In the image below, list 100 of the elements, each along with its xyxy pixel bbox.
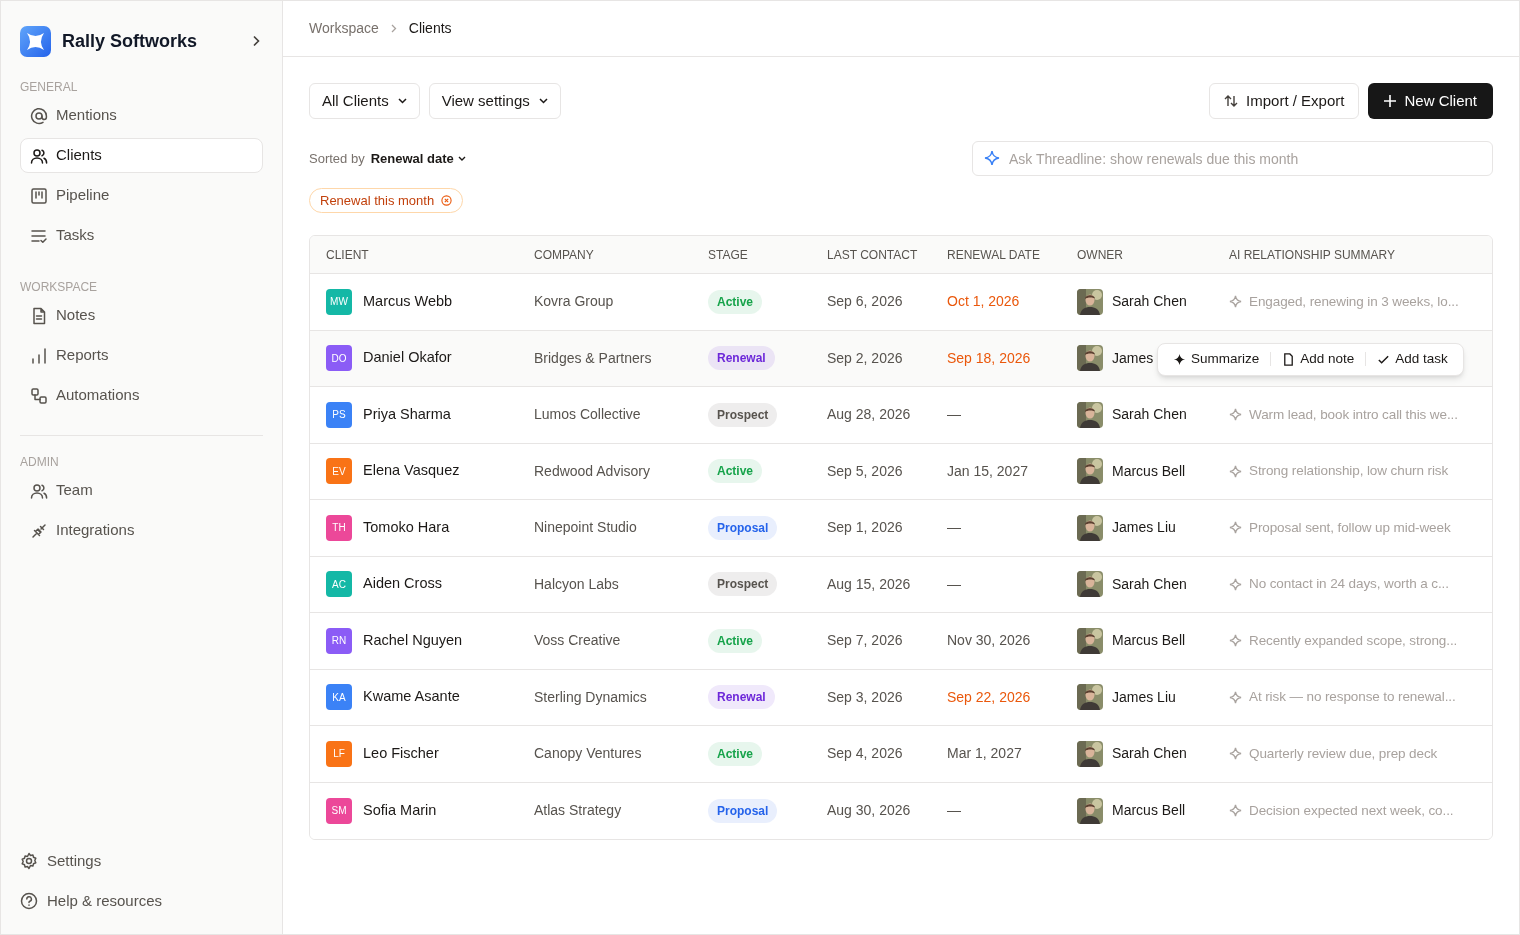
- sidebar-item[interactable]: Notes: [20, 298, 263, 333]
- client-name[interactable]: Tomoko Hara: [363, 516, 450, 539]
- table-cell-text: Kovra Group: [534, 292, 615, 312]
- table-cell-text: Redwood Advisory: [534, 461, 651, 481]
- action-button[interactable]: Add task: [1366, 348, 1459, 370]
- owner-name: Marcus Bell: [1112, 631, 1186, 651]
- ai-summary: Decision expected next week, co...: [1249, 801, 1454, 820]
- document-icon: [30, 306, 48, 325]
- import-export-button[interactable]: Import / Export: [1209, 83, 1360, 119]
- client-name[interactable]: Aiden Cross: [363, 573, 442, 596]
- stage-badge: Proposal: [708, 798, 778, 823]
- sidebar-item[interactable]: Automations: [20, 378, 263, 413]
- ai-summary: Engaged, renewing in 3 weeks, lo...: [1249, 292, 1459, 311]
- column-header: AI RELATIONSHIP SUMMARY: [1229, 246, 1397, 264]
- sidebar-item[interactable]: Help & resources: [20, 885, 263, 917]
- client-name[interactable]: Marcus Webb: [363, 290, 453, 313]
- client-name[interactable]: Rachel Nguyen: [363, 629, 463, 652]
- client-name[interactable]: Leo Fischer: [363, 742, 439, 765]
- ai-summary: No contact in 24 days, worth a c...: [1249, 575, 1449, 594]
- table-cell-text: Aug 28, 2026: [827, 405, 912, 425]
- sparkle-icon: [1229, 690, 1242, 704]
- initials-avatar: DO: [326, 345, 352, 372]
- breadcrumb-link[interactable]: Workspace: [309, 18, 379, 39]
- sidebar-item[interactable]: Pipeline: [20, 178, 263, 213]
- owner-name: James Liu: [1112, 518, 1176, 538]
- sidebar-item[interactable]: Team: [20, 473, 263, 508]
- table-cell-text: Sep 22, 2026: [947, 687, 1032, 707]
- chevron-right-icon: [390, 24, 397, 33]
- sidebar-item[interactable]: Reports: [20, 338, 263, 373]
- owner-name: Sarah Chen: [1112, 744, 1187, 764]
- table-cell-text: Atlas Strategy: [534, 801, 623, 821]
- sparkle-icon: [1229, 521, 1242, 535]
- help-icon: [20, 892, 38, 910]
- table-cell-text: Nov 30, 2026: [947, 631, 1032, 651]
- column-header: COMPANY: [534, 246, 595, 264]
- client-name[interactable]: Priya Sharma: [363, 403, 451, 426]
- initials-avatar: MW: [326, 288, 352, 315]
- plus-icon: [1384, 95, 1397, 107]
- stage-badge: Proposal: [708, 515, 778, 540]
- document-icon: [1282, 352, 1296, 366]
- table-cell-text: Sep 2, 2026: [827, 348, 904, 368]
- ask-field[interactable]: Ask Threadline: show renewals due this month: [972, 141, 1493, 176]
- column-header: OWNER: [1077, 246, 1124, 264]
- stage-badge: Active: [708, 741, 763, 766]
- bar-chart-icon: [30, 346, 48, 365]
- users-icon: [30, 481, 48, 500]
- chevron-down-icon: [538, 98, 548, 104]
- ai-summary: Strong relationship, low churn risk: [1249, 462, 1449, 481]
- table-cell-text: —: [947, 801, 962, 821]
- chevron-down-icon: [397, 98, 407, 104]
- initials-avatar: PS: [326, 401, 352, 428]
- column-header: LAST CONTACT: [827, 246, 919, 264]
- filter-dropdown[interactable]: View settings: [428, 83, 561, 119]
- filter-dropdown[interactable]: All Clients: [309, 83, 420, 119]
- action-button[interactable]: Add note: [1271, 348, 1366, 370]
- sparkle-icon: [1173, 352, 1186, 366]
- breadcrumb-current: Clients: [408, 19, 452, 38]
- chevron-right-icon[interactable]: [252, 35, 260, 47]
- sparkle-icon: [1229, 408, 1242, 422]
- owner-name: Sarah Chen: [1112, 292, 1187, 312]
- action-button[interactable]: Summarize: [1162, 348, 1271, 370]
- stage-badge: Active: [708, 628, 763, 653]
- client-name[interactable]: Daniel Okafor: [363, 347, 452, 370]
- table-cell-text: Sep 6, 2026: [827, 292, 904, 312]
- section-label: GENERAL: [20, 79, 79, 95]
- sidebar-item[interactable]: Clients: [20, 138, 263, 173]
- client-name[interactable]: Elena Vasquez: [363, 460, 460, 483]
- logo-icon: [20, 25, 51, 57]
- workflow-icon: [30, 386, 48, 405]
- table-cell-text: Sep 7, 2026: [827, 631, 904, 651]
- table-cell-text: —: [947, 574, 962, 594]
- column-header: STAGE: [708, 246, 749, 264]
- new-client-button[interactable]: New Client: [1368, 83, 1493, 119]
- table-cell-text: Jan 15, 2027: [947, 461, 1029, 481]
- initials-avatar: AC: [326, 571, 352, 598]
- table-cell-text: Mar 1, 2027: [947, 744, 1023, 764]
- sidebar-item[interactable]: Integrations: [20, 513, 263, 548]
- initials-avatar: TH: [326, 514, 352, 541]
- plug-icon: [30, 521, 48, 540]
- sidebar-item[interactable]: Tasks: [20, 218, 263, 253]
- table-cell-text: Ninepoint Studio: [534, 518, 638, 538]
- sparkle-icon: [1229, 804, 1242, 818]
- client-name[interactable]: Sofia Marin: [363, 799, 437, 822]
- stage-badge: Prospect: [708, 572, 778, 597]
- client-name[interactable]: Kwame Asante: [363, 686, 460, 709]
- stage-badge: Active: [708, 289, 763, 314]
- ai-summary: At risk — no response to renewal...: [1249, 688, 1456, 707]
- sidebar-item[interactable]: Settings: [20, 845, 263, 877]
- owner-name: Marcus Bell: [1112, 801, 1186, 821]
- sparkle-icon: [1229, 634, 1242, 648]
- ai-summary: Proposal sent, follow up mid-week: [1249, 518, 1451, 537]
- table-cell-text: —: [947, 518, 962, 538]
- initials-avatar: LF: [326, 740, 352, 767]
- sidebar-item[interactable]: Mentions: [20, 98, 263, 133]
- ai-summary: Quarterly review due, prep deck: [1249, 744, 1438, 763]
- sort-dropdown[interactable]: Renewal date: [370, 148, 466, 169]
- stage-badge: Prospect: [708, 402, 778, 427]
- column-header: CLIENT: [325, 246, 370, 264]
- chevron-down-icon: [457, 156, 466, 161]
- table-cell-text: Sep 1, 2026: [827, 518, 904, 538]
